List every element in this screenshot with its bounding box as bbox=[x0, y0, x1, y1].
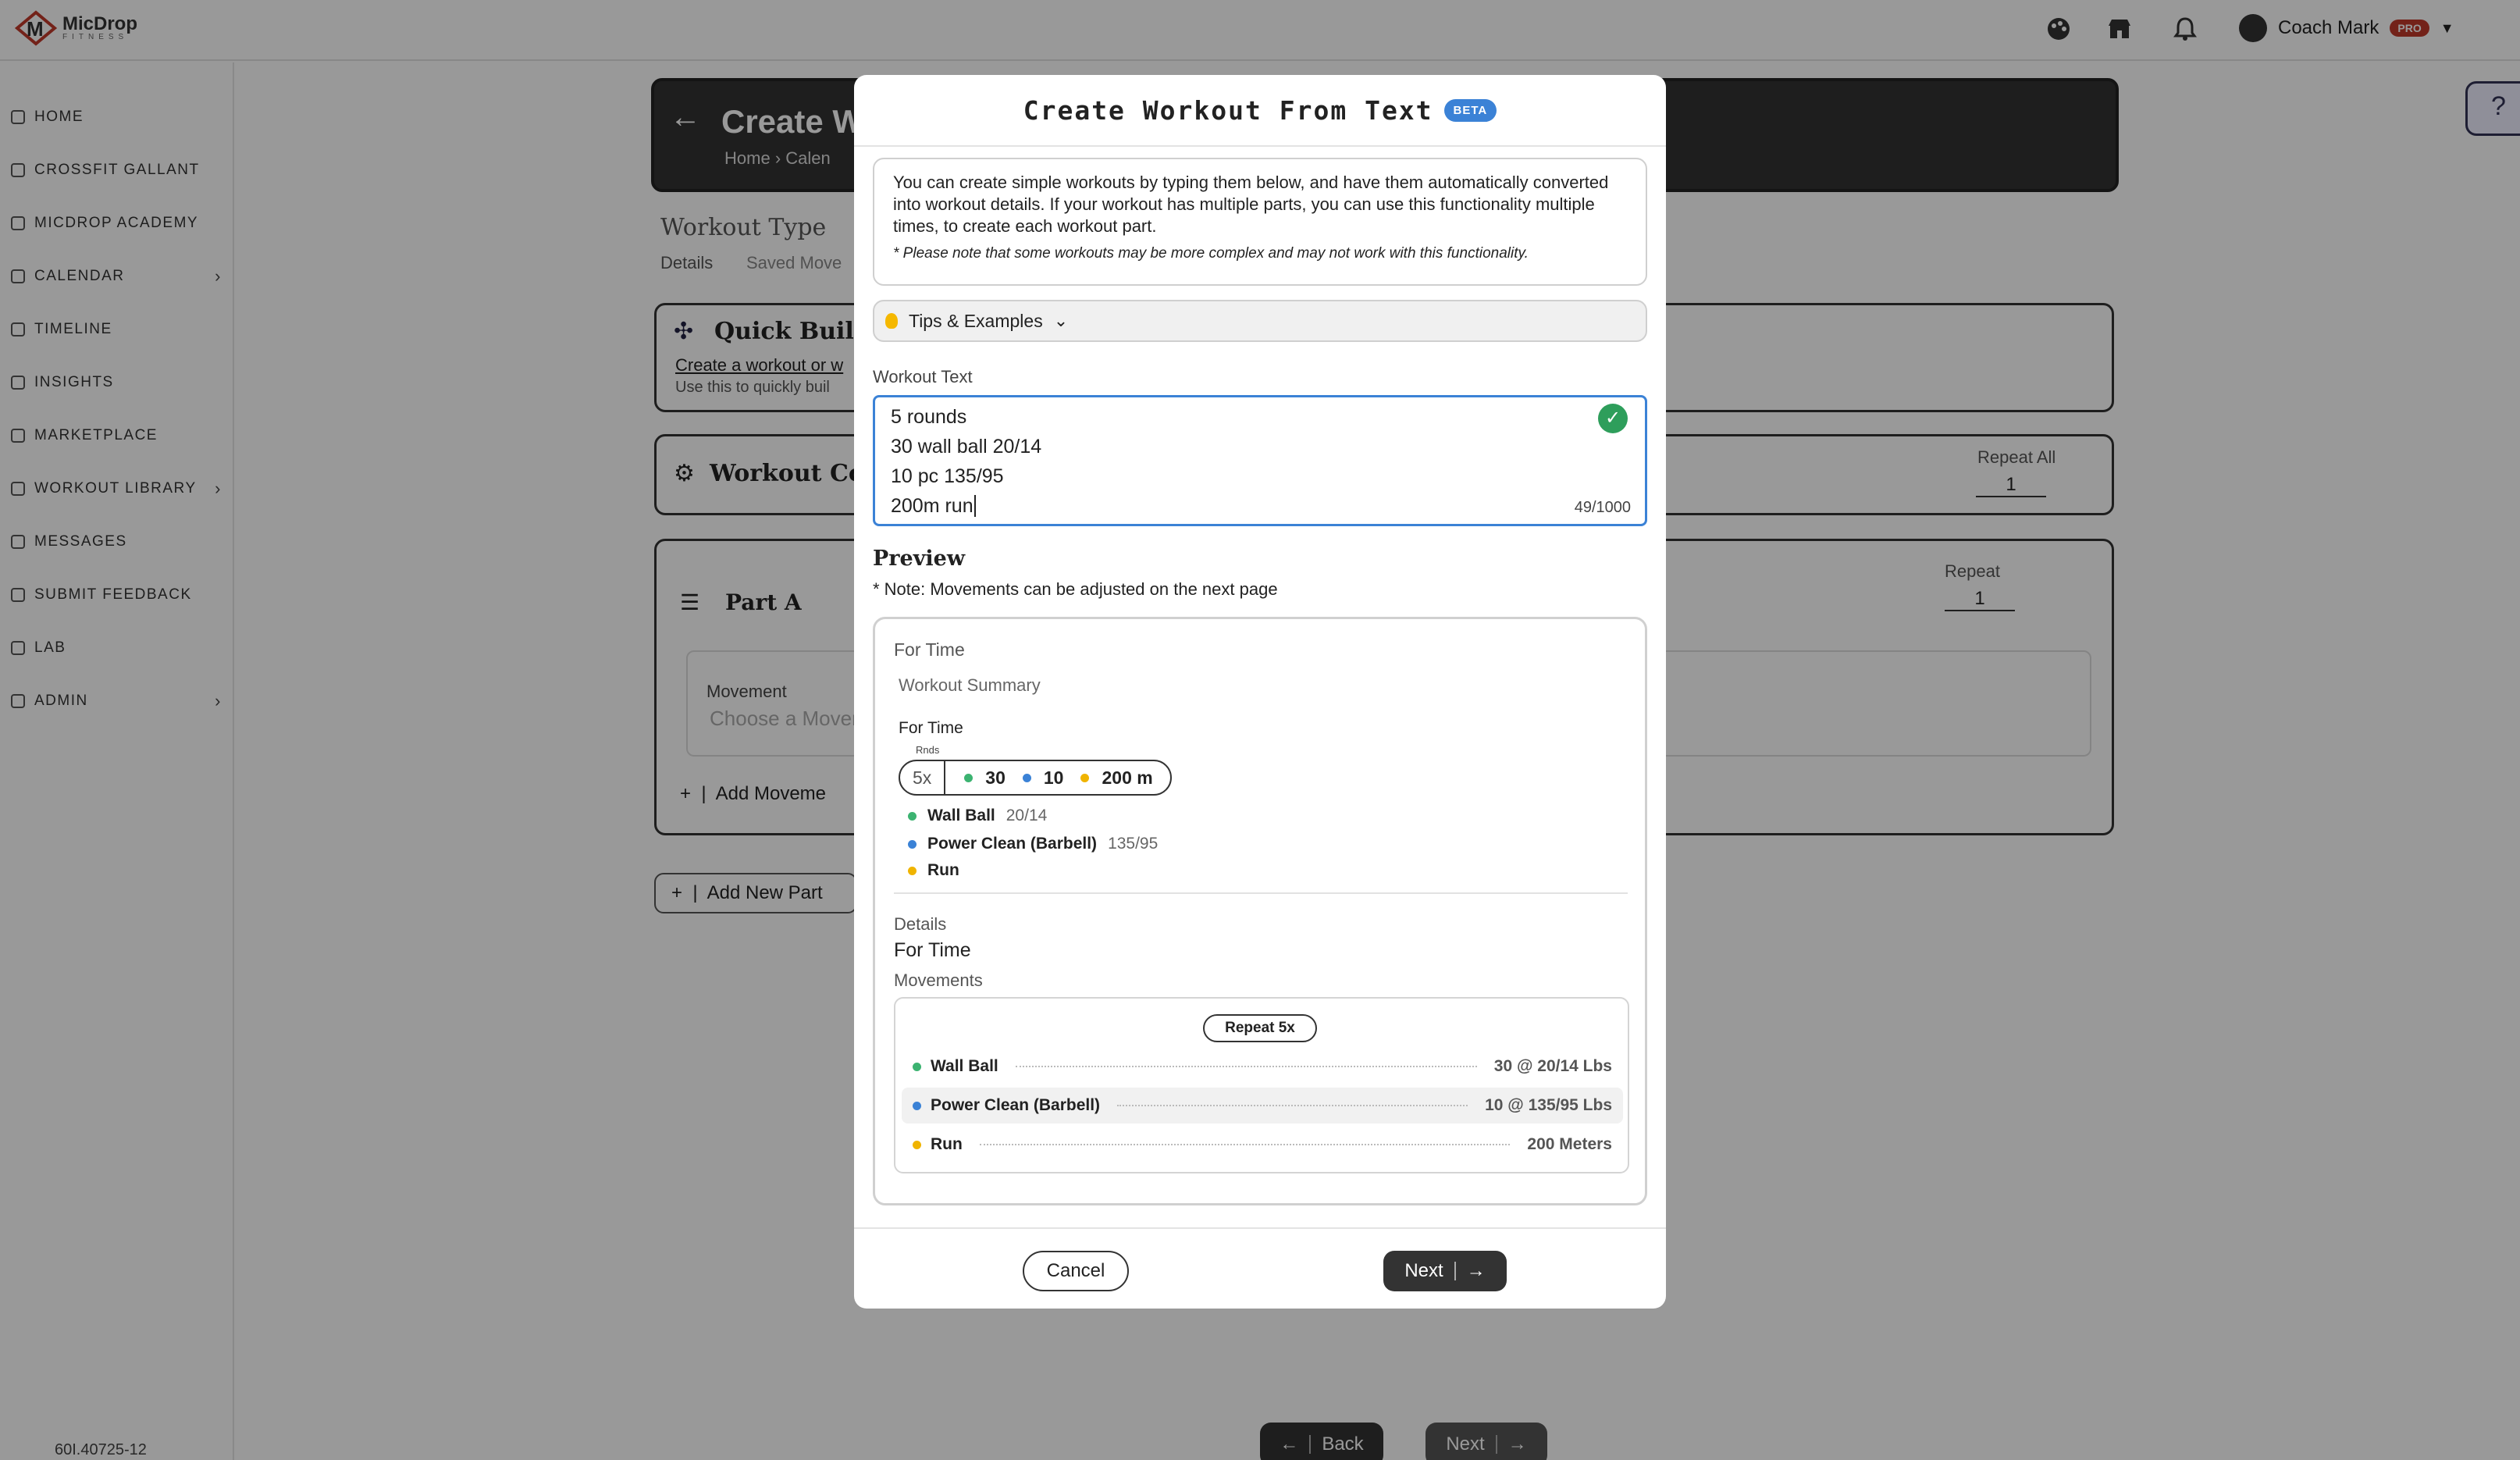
summary-item-value: 30 bbox=[985, 767, 1006, 788]
color-dot bbox=[908, 839, 917, 849]
cancel-button[interactable]: Cancel bbox=[1023, 1251, 1129, 1291]
summary-pill: 5x 30 10 200 m bbox=[899, 760, 1172, 796]
details-label: Details bbox=[894, 914, 947, 934]
movement-row: Run 200 Meters bbox=[902, 1127, 1623, 1163]
movement-name: Power Clean (Barbell) bbox=[927, 835, 1098, 853]
color-dot bbox=[913, 1101, 921, 1110]
lightbulb-icon bbox=[885, 313, 898, 329]
movement-prescription: 10 @ 135/95 Lbs bbox=[1485, 1096, 1612, 1114]
summary-item: 200 m bbox=[1080, 767, 1153, 789]
preview-note: * Note: Movements can be adjusted on the… bbox=[873, 579, 1278, 599]
modal-footer: Cancel Next → bbox=[854, 1227, 1666, 1309]
summary-movement: Power Clean (Barbell) 135/95 bbox=[908, 835, 1158, 853]
preview-box: For Time Workout Summary For Time Rnds 5… bbox=[873, 617, 1647, 1205]
summary-item-value: 10 bbox=[1043, 767, 1064, 788]
movement-name: Run bbox=[927, 861, 959, 879]
workout-text-line: 10 pc 135/95 bbox=[891, 465, 1004, 487]
summary-item-value: 200 m bbox=[1102, 767, 1153, 788]
char-count: 49/1000 bbox=[1574, 499, 1631, 516]
summary-item: 30 bbox=[964, 767, 1006, 789]
dotted-leader bbox=[1117, 1105, 1468, 1106]
preview-title: Preview bbox=[873, 547, 966, 571]
workout-text-line: 5 rounds bbox=[891, 406, 967, 428]
chevron-down-icon: ⌄ bbox=[1053, 311, 1069, 330]
movements-label: Movements bbox=[894, 970, 983, 990]
workout-summary-label: Workout Summary bbox=[899, 675, 1041, 695]
workout-text-label: Workout Text bbox=[873, 367, 973, 386]
movement-load: 135/95 bbox=[1108, 835, 1159, 853]
movement-row: Power Clean (Barbell) 10 @ 135/95 Lbs bbox=[902, 1088, 1623, 1123]
summary-type: For Time bbox=[899, 719, 963, 737]
movements-box: Repeat 5x Wall Ball 30 @ 20/14 Lbs Power… bbox=[894, 997, 1629, 1173]
create-from-text-modal: Create Workout From Text BETA You can cr… bbox=[854, 75, 1666, 1309]
movement-name: Wall Ball bbox=[927, 807, 995, 824]
movement-name: Run bbox=[931, 1135, 963, 1153]
info-text: You can create simple workouts by typing… bbox=[893, 173, 1609, 236]
movement-prescription: 200 Meters bbox=[1527, 1135, 1612, 1153]
info-note: * Please note that some workouts may be … bbox=[893, 245, 1529, 262]
next-label: Next bbox=[1404, 1260, 1443, 1281]
check-icon: ✓ bbox=[1598, 404, 1628, 433]
dotted-leader bbox=[979, 1144, 1511, 1145]
repeat-badge: Repeat 5x bbox=[1203, 1014, 1317, 1042]
color-dot bbox=[1022, 773, 1031, 782]
tips-label: Tips & Examples bbox=[909, 310, 1043, 331]
divider bbox=[1454, 1262, 1456, 1280]
color-dot bbox=[913, 1140, 921, 1149]
movement-load: 20/14 bbox=[1006, 807, 1048, 824]
beta-badge: BETA bbox=[1443, 98, 1497, 122]
movement-row: Wall Ball 30 @ 20/14 Lbs bbox=[902, 1049, 1623, 1084]
tips-examples-toggle[interactable]: Tips & Examples ⌄ bbox=[873, 300, 1647, 342]
summary-item: 10 bbox=[1022, 767, 1064, 789]
summary-items: 30 10 200 m bbox=[945, 767, 1169, 789]
color-dot bbox=[908, 866, 917, 875]
arrow-right-icon: → bbox=[1466, 1260, 1486, 1281]
rounds-label: Rnds bbox=[916, 744, 940, 756]
movement-name: Wall Ball bbox=[931, 1057, 998, 1075]
color-dot bbox=[913, 1062, 921, 1071]
color-dot bbox=[964, 773, 973, 782]
summary-movement: Run bbox=[908, 861, 959, 880]
workout-text-input[interactable]: 5 rounds 30 wall ball 20/14 10 pc 135/95… bbox=[873, 395, 1647, 526]
rounds-value: 5x bbox=[900, 761, 946, 794]
dotted-leader bbox=[1015, 1066, 1477, 1067]
info-box: You can create simple workouts by typing… bbox=[873, 158, 1647, 286]
next-button[interactable]: Next → bbox=[1383, 1251, 1507, 1291]
movement-name: Power Clean (Barbell) bbox=[931, 1096, 1101, 1114]
modal-title: Create Workout From Text bbox=[1023, 94, 1433, 126]
modal-header: Create Workout From Text BETA bbox=[854, 75, 1666, 147]
workout-text-line: 200m run bbox=[891, 491, 1629, 521]
color-dot bbox=[1080, 773, 1090, 782]
color-dot bbox=[908, 811, 917, 821]
movement-prescription: 30 @ 20/14 Lbs bbox=[1493, 1057, 1612, 1075]
details-value: For Time bbox=[894, 939, 971, 961]
divider bbox=[894, 892, 1628, 894]
preview-workout-type: For Time bbox=[894, 639, 965, 660]
summary-movement: Wall Ball 20/14 bbox=[908, 807, 1047, 825]
workout-text-line: 30 wall ball 20/14 bbox=[891, 436, 1042, 458]
